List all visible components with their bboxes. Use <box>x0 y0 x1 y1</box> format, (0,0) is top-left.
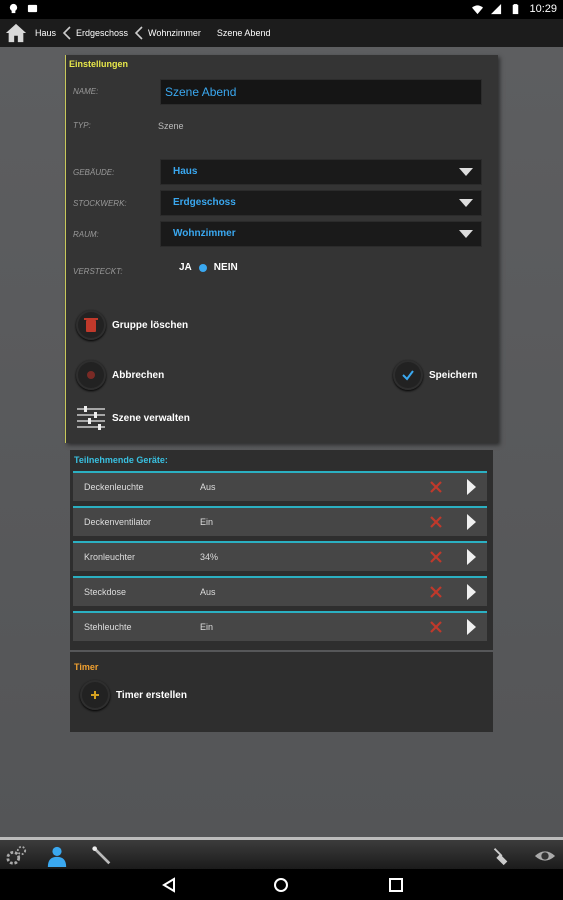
delete-group-button[interactable]: Gruppe löschen <box>76 310 188 340</box>
breadcrumb: Haus Erdgeschoss Wohnzimmer Szene Abend <box>0 19 563 47</box>
hidden-radio-group: JA NEIN <box>179 262 238 273</box>
bottom-toolbar <box>0 837 563 869</box>
remove-device-icon[interactable] <box>429 620 443 634</box>
cell-signal-icon <box>491 3 502 14</box>
magic-wand-icon[interactable] <box>91 845 113 867</box>
room-select[interactable]: Wohnzimmer <box>160 221 482 247</box>
sliders-icon <box>77 406 105 430</box>
timer-title: Timer <box>74 662 99 672</box>
hidden-no-option[interactable]: NEIN <box>214 262 238 273</box>
remove-device-icon[interactable] <box>429 480 443 494</box>
android-nav-bar <box>0 869 563 900</box>
plus-icon <box>91 691 99 699</box>
home-icon[interactable] <box>5 22 27 44</box>
breadcrumb-item-wohnzimmer[interactable]: Wohnzimmer <box>148 28 201 38</box>
device-name: Deckenleuchte <box>84 482 144 492</box>
type-label: TYP: <box>73 121 91 130</box>
eye-icon[interactable] <box>534 845 556 867</box>
hidden-label: VERSTECKT: <box>73 267 123 276</box>
room-label: RAUM: <box>73 230 99 239</box>
device-row[interactable]: Kronleuchter 34% <box>73 541 487 571</box>
building-select[interactable]: Haus <box>160 159 482 185</box>
save-button[interactable]: Speichern <box>393 360 477 390</box>
status-bar: 10:29 <box>0 0 563 19</box>
devices-panel: Teilnehmende Geräte: Deckenleuchte Aus D… <box>70 450 493 650</box>
breadcrumb-item-current: Szene Abend <box>216 28 271 38</box>
gears-icon[interactable] <box>5 845 27 867</box>
floor-select[interactable]: Erdgeschoss <box>160 190 482 216</box>
device-name: Deckenventilator <box>84 517 152 527</box>
device-name: Steckdose <box>84 587 127 597</box>
checkmark-icon <box>402 370 414 381</box>
home-nav-icon[interactable] <box>273 877 289 893</box>
recents-icon[interactable] <box>388 877 404 893</box>
breadcrumb-item-erdgeschoss[interactable]: Erdgeschoss <box>76 28 128 38</box>
remove-device-icon[interactable] <box>429 550 443 564</box>
dropdown-arrow-icon <box>459 199 473 207</box>
device-state: Aus <box>200 587 216 597</box>
remove-device-icon[interactable] <box>429 585 443 599</box>
notification-app-icon <box>27 4 38 13</box>
battery-icon <box>513 3 519 14</box>
name-label: NAME: <box>73 87 99 96</box>
back-icon[interactable] <box>161 877 177 893</box>
devices-title: Teilnehmende Geräte: <box>74 455 168 465</box>
cancel-icon <box>87 371 95 379</box>
hidden-yes-option[interactable]: JA <box>179 262 192 273</box>
device-state: Ein <box>200 517 214 527</box>
settings-title: Einstellungen <box>69 59 129 69</box>
device-row[interactable]: Deckenventilator Ein <box>73 506 487 536</box>
trash-icon <box>84 318 98 332</box>
broom-icon[interactable] <box>489 845 511 867</box>
open-device-icon[interactable] <box>467 584 476 600</box>
breadcrumb-item-haus[interactable]: Haus <box>35 28 56 38</box>
device-state: Aus <box>200 482 216 492</box>
floor-label: STOCKWERK: <box>73 199 127 208</box>
open-device-icon[interactable] <box>467 514 476 530</box>
dropdown-arrow-icon <box>459 168 473 176</box>
open-device-icon[interactable] <box>467 619 476 635</box>
settings-panel: Einstellungen NAME: Szene Abend TYP: Sze… <box>65 55 498 443</box>
device-name: Kronleuchter <box>84 552 136 562</box>
open-device-icon[interactable] <box>467 479 476 495</box>
notification-bulb-icon <box>9 3 18 14</box>
create-timer-button[interactable]: Timer erstellen <box>80 680 187 710</box>
device-row[interactable]: Deckenleuchte Aus <box>73 471 487 501</box>
status-time: 10:29 <box>529 3 557 15</box>
chevron-left-icon <box>62 26 71 40</box>
device-row[interactable]: Stehleuchte Ein <box>73 611 487 641</box>
device-row[interactable]: Steckdose Aus <box>73 576 487 606</box>
building-label: GEBÄUDE: <box>73 168 115 177</box>
wifi-icon <box>472 4 484 14</box>
open-device-icon[interactable] <box>467 549 476 565</box>
cancel-button[interactable]: Abbrechen <box>76 360 164 390</box>
manage-scene-button[interactable]: Szene verwalten <box>76 403 190 433</box>
type-value: Szene <box>158 121 184 131</box>
device-state: Ein <box>200 622 214 632</box>
remove-device-icon[interactable] <box>429 515 443 529</box>
timer-panel: Timer Timer erstellen <box>70 652 493 732</box>
name-input[interactable]: Szene Abend <box>160 79 482 105</box>
person-icon[interactable] <box>46 845 68 867</box>
device-name: Stehleuchte <box>84 622 132 632</box>
dropdown-arrow-icon <box>459 230 473 238</box>
device-state: 34% <box>200 552 219 562</box>
chevron-left-icon <box>134 26 143 40</box>
radio-selected-indicator <box>198 263 207 272</box>
